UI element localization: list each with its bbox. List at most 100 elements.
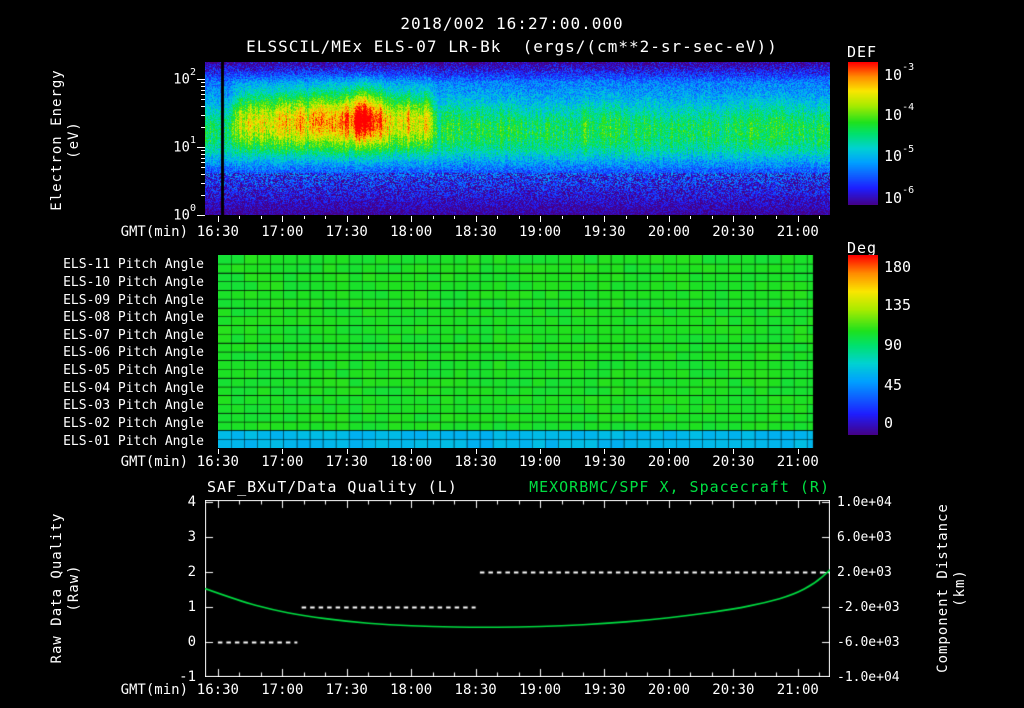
axis-tick [475, 216, 477, 222]
axis-tick [260, 216, 262, 219]
deg-colorbar-tick-label: 90 [884, 336, 903, 354]
time-tick-label: 20:30 [712, 454, 755, 470]
axis-tick [217, 449, 219, 454]
axis-tick [668, 449, 670, 454]
axis-tick [303, 216, 305, 219]
axis-tick [518, 216, 520, 219]
pitch-row-label: ELS-07 Pitch Angle [63, 327, 204, 343]
time-tick-label: 18:30 [454, 682, 497, 698]
distance-y-tick-label: -2.0e+03 [837, 600, 900, 615]
spectrogram-y-tick-label: 100 [173, 202, 196, 224]
time-tick-label: 18:30 [454, 224, 497, 240]
time-tick-label: 20:30 [712, 682, 755, 698]
axis-tick [201, 106, 205, 108]
axis-tick [346, 216, 348, 222]
axis-tick [797, 449, 799, 454]
time-tick-label: 16:30 [196, 224, 239, 240]
axis-tick [583, 216, 584, 219]
def-colorbar-tick-label: 10-4 [884, 102, 915, 124]
axis-tick [454, 216, 456, 219]
axis-tick [711, 216, 713, 219]
axis-tick [201, 162, 205, 164]
axis-tick [754, 216, 756, 219]
time-tick-label: 21:00 [776, 454, 819, 470]
time-tick-label: 20:00 [647, 682, 690, 698]
deg-colorbar-tick-label: 135 [884, 296, 912, 315]
pitch-row-label: ELS-05 Pitch Angle [63, 363, 204, 379]
time-tick-label: 17:30 [325, 682, 368, 698]
axis-tick [668, 216, 670, 222]
time-tick-label: 17:30 [325, 224, 368, 240]
quality-y-tick-label: -1 [179, 669, 196, 685]
pitch-row-label: ELS-01 Pitch Angle [63, 433, 204, 449]
axis-tick [733, 449, 735, 454]
axis-tick [201, 174, 205, 176]
distance-y-tick-label: 2.0e+03 [837, 565, 892, 580]
time-tick-label: 18:30 [454, 454, 497, 470]
deg-colorbar-tick-label: 180 [884, 257, 912, 276]
spectrogram-y-tick-label: 101 [173, 134, 196, 156]
time-tick-label: 20:00 [647, 454, 690, 470]
axis-tick [432, 216, 434, 219]
def-colorbar-tick-label: 10-5 [884, 143, 915, 166]
deg-colorbar-tick-label: 45 [884, 375, 903, 394]
distance-y-tick-label: -1.0e+04 [837, 670, 900, 685]
axis-tick [561, 216, 563, 219]
quality-y-axis-label-text: Raw Data Quality [49, 512, 65, 664]
axis-tick [819, 216, 821, 219]
distance-y-tick-label: 1.0e+04 [837, 495, 892, 510]
axis-tick [201, 82, 205, 84]
axis-tick [197, 79, 205, 80]
pitch-row-label: ELS-08 Pitch Angle [63, 310, 204, 326]
axis-tick [201, 182, 205, 184]
deg-colorbar-tick-label: 0 [884, 414, 894, 433]
time-tick-label: 18:00 [390, 224, 433, 240]
quality-y-tick-label: 4 [187, 494, 196, 510]
axis-tick [776, 216, 778, 219]
time-tick-label: 17:00 [261, 682, 304, 698]
axis-tick [197, 215, 205, 216]
axis-tick [201, 99, 205, 101]
time-tick-label: 21:00 [776, 682, 819, 698]
time-tick-label: 19:00 [518, 224, 562, 240]
def-colorbar-title: DEF [847, 43, 878, 61]
axis-tick [201, 85, 205, 87]
quality-y-tick-label: 3 [187, 529, 196, 545]
def-colorbar-tick-label: 10-6 [884, 185, 915, 207]
distance-y-tick-label: 6.0e+03 [837, 530, 892, 545]
axis-tick [282, 449, 284, 454]
science-plot-screen: 2018/002 16:27:00.000 ELSSCIL/MEx ELS-07… [0, 0, 1024, 708]
axis-tick [325, 216, 327, 219]
distance-y-tick-label: -6.0e+03 [837, 635, 900, 650]
pitch-row-label: ELS-09 Pitch Angle [63, 292, 204, 308]
quality-y-tick-label: 2 [187, 564, 196, 580]
quality-y-axis-label: Raw Data Quality (Raw) [49, 478, 83, 698]
axis-tick [201, 89, 205, 91]
axis-tick [411, 449, 413, 454]
axis-tick [797, 216, 799, 222]
pitch-row-label: ELS-06 Pitch Angle [63, 345, 204, 361]
deg-colorbar [848, 255, 878, 435]
axis-tick [540, 216, 542, 222]
axis-tick [604, 216, 606, 222]
pitch-row-label: ELS-11 Pitch Angle [63, 257, 204, 273]
axis-tick [604, 449, 606, 454]
distance-y-axis-units: (km) [952, 569, 968, 607]
axis-tick [389, 216, 391, 219]
electron-energy-spectrogram-canvas [205, 62, 830, 215]
pitch-row-label: ELS-04 Pitch Angle [63, 380, 204, 396]
time-tick-label: 17:00 [261, 224, 304, 240]
axis-tick [690, 216, 692, 219]
time-tick-label: 19:30 [583, 454, 626, 470]
time-tick-label: 18:00 [390, 454, 433, 470]
time-tick-label: 17:30 [325, 454, 368, 470]
quality-y-tick-label: 0 [187, 634, 196, 650]
axis-tick [201, 194, 205, 196]
pitch-row-label: ELS-02 Pitch Angle [63, 415, 204, 431]
axis-tick [217, 216, 219, 222]
time-tick-label: 21:00 [776, 224, 819, 240]
axis-tick [201, 94, 205, 96]
axis-tick [475, 449, 477, 454]
pitch-row-label: ELS-03 Pitch Angle [63, 398, 204, 414]
axis-tick [647, 216, 649, 219]
